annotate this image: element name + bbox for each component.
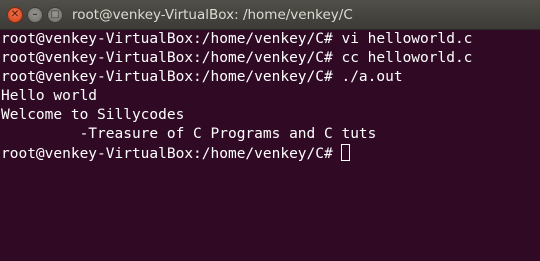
text-cursor xyxy=(341,144,351,161)
terminal-line: -Treasure of C Programs and C tuts xyxy=(1,126,377,142)
title-bar[interactable]: ✕ – □ root@venkey-VirtualBox: /home/venk… xyxy=(0,0,540,30)
maximize-icon[interactable]: □ xyxy=(47,7,63,23)
terminal-window: ✕ – □ root@venkey-VirtualBox: /home/venk… xyxy=(0,0,540,261)
minimize-icon[interactable]: – xyxy=(27,7,43,23)
terminal-line: root@venkey-VirtualBox:/home/venkey/C# .… xyxy=(1,69,403,85)
terminal-line: root@venkey-VirtualBox:/home/venkey/C# v… xyxy=(1,31,473,47)
close-icon[interactable]: ✕ xyxy=(7,7,23,23)
window-title: root@venkey-VirtualBox: /home/venkey/C xyxy=(72,7,353,23)
terminal-prompt-line[interactable]: root@venkey-VirtualBox:/home/venkey/C# xyxy=(1,144,351,163)
terminal-line: Hello world xyxy=(1,88,98,104)
terminal-line: Welcome to Sillycodes xyxy=(1,107,185,123)
terminal-line: root@venkey-VirtualBox:/home/venkey/C# c… xyxy=(1,50,473,66)
terminal-prompt: root@venkey-VirtualBox:/home/venkey/C# xyxy=(1,146,342,162)
terminal-output[interactable]: root@venkey-VirtualBox:/home/venkey/C# v… xyxy=(1,30,540,261)
